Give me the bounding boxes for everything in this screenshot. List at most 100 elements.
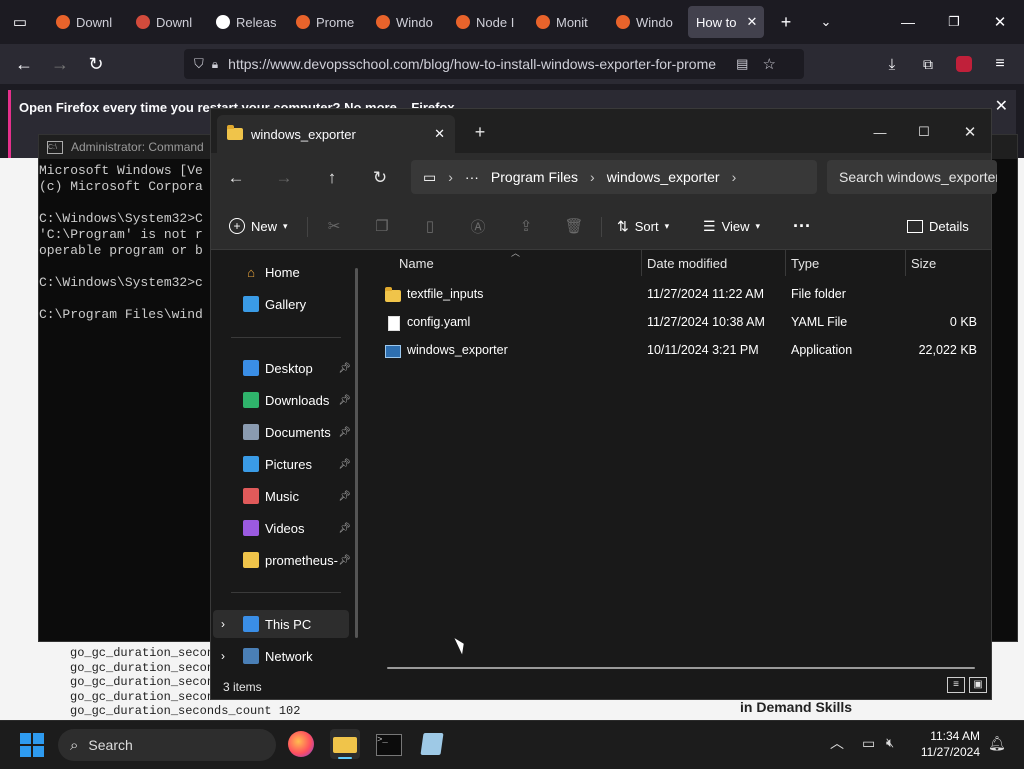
breadcrumb-sep-icon[interactable]: › [726, 169, 743, 185]
taskbar-search[interactable]: ⌕ Search [58, 729, 276, 761]
paste-icon[interactable]: ▯ [419, 215, 441, 237]
overflow-icon[interactable]: ··· [459, 169, 485, 185]
nav-item-gallery[interactable]: Gallery [211, 290, 351, 318]
new-tab-icon[interactable]: + [772, 8, 800, 36]
back-icon[interactable]: ← [10, 50, 38, 78]
downloads-icon[interactable]: ⤓ [878, 50, 906, 78]
breadcrumb-sep-icon[interactable]: › [584, 169, 601, 185]
breadcrumb[interactable]: ▭ › ··· Program Files › windows_exporter… [411, 160, 817, 194]
tab[interactable]: Downl [128, 6, 204, 38]
pin-icon[interactable]: 📌︎ [338, 459, 351, 470]
file-row[interactable]: windows_exporter 10/11/2024 3:21 PM Applic… [385, 336, 981, 364]
firefox-icon[interactable] [288, 731, 314, 757]
column-header-date[interactable]: Date modified [647, 256, 727, 271]
show-hidden-icons-icon[interactable]: ︿ [830, 733, 844, 753]
back-icon[interactable]: ← [223, 165, 249, 191]
forward-icon[interactable]: → [46, 50, 74, 78]
close-window-icon[interactable]: ✕ [957, 119, 983, 145]
tab[interactable]: Node I [448, 6, 524, 38]
notification-bell-icon[interactable]: 🔔︎ [988, 735, 1006, 752]
nav-item-music[interactable]: Music 📌︎ [211, 482, 351, 510]
list-all-tabs-icon[interactable]: ⌄ [812, 8, 840, 36]
pin-icon[interactable]: 📌︎ [338, 555, 351, 566]
close-window-icon[interactable]: ✕ [986, 8, 1014, 36]
close-tab-icon[interactable]: ✕ [746, 14, 757, 30]
start-button[interactable] [20, 733, 44, 757]
column-separator[interactable] [905, 250, 906, 276]
chevron-right-icon[interactable]: › [221, 617, 225, 631]
tab[interactable]: Releas [208, 6, 284, 38]
chevron-right-icon[interactable]: › [221, 649, 225, 663]
pin-icon[interactable]: 📌︎ [338, 491, 351, 502]
nav-item-home[interactable]: ⌂ Home [211, 258, 351, 286]
refresh-icon[interactable]: ↻ [367, 165, 393, 191]
copy-icon[interactable]: ❐ [371, 215, 393, 237]
breadcrumb-sep-icon[interactable]: › [442, 169, 459, 185]
nav-item-downloads[interactable]: Downloads 📌︎ [211, 386, 351, 414]
horizontal-scrollbar[interactable] [387, 667, 975, 669]
pin-icon[interactable]: 📌︎ [338, 523, 351, 534]
file-explorer-window[interactable]: windows_exporter ✕ + — ☐ ✕ ← → ↑ ↻ ▭ › ·… [210, 108, 997, 700]
column-separator[interactable] [641, 250, 642, 276]
tab-active[interactable]: How to ✕ [688, 6, 764, 38]
nav-scrollbar[interactable] [355, 268, 358, 638]
extensions-icon[interactable]: ⧉ [914, 50, 942, 78]
restore-icon[interactable]: ❐ [940, 8, 968, 36]
computer-icon[interactable]: ▭ [411, 169, 442, 186]
clock-time[interactable]: 11:34 AM [928, 729, 980, 743]
details-view-icon[interactable]: ≡ [947, 677, 965, 693]
view-button[interactable]: ☰ View ▾ [703, 213, 760, 239]
column-header-size[interactable]: Size [911, 256, 936, 271]
new-tab-icon[interactable]: + [467, 119, 493, 145]
breadcrumb-item[interactable]: Program Files [485, 169, 584, 185]
terminal-icon[interactable]: >_ [376, 734, 402, 756]
tab[interactable]: Downl [48, 6, 124, 38]
forward-icon[interactable]: → [271, 165, 297, 191]
shield-icon[interactable]: ⛉ [194, 56, 204, 72]
reader-view-icon[interactable]: ▤ [736, 56, 748, 72]
tab[interactable]: Prome [288, 6, 364, 38]
rename-icon[interactable]: Ⓐ [467, 215, 489, 237]
column-header-type[interactable]: Type [791, 256, 819, 271]
nav-item-this-pc[interactable]: › This PC [213, 610, 349, 638]
tiles-view-icon[interactable]: ▣ [969, 677, 987, 693]
details-button[interactable]: Details [907, 213, 969, 239]
url-text[interactable]: https://www.devopsschool.com/blog/how-to… [228, 56, 728, 72]
tab[interactable]: Windo [368, 6, 444, 38]
file-explorer-taskbar-icon[interactable] [330, 729, 360, 759]
delete-icon[interactable]: 🗑︎ [563, 215, 585, 237]
nav-item-network[interactable]: › Network [211, 642, 351, 670]
share-icon[interactable]: ⇪ [515, 215, 537, 237]
pin-icon[interactable]: 📌︎ [338, 395, 351, 406]
nav-item-videos[interactable]: Videos 📌︎ [211, 514, 351, 542]
lock-icon[interactable]: 🔒︎ [212, 57, 218, 72]
new-button[interactable]: + New ▾ [229, 213, 288, 239]
tab-manager-icon[interactable]: ▭ [6, 8, 34, 36]
nav-item-documents[interactable]: Documents 📌︎ [211, 418, 351, 446]
network-status-icon[interactable]: ▭ [862, 735, 875, 752]
pin-icon[interactable]: 📌︎ [338, 363, 351, 374]
notepad-icon[interactable] [420, 733, 444, 755]
breadcrumb-item[interactable]: windows_exporter [601, 169, 726, 185]
column-header-name[interactable]: Name [399, 256, 434, 271]
pin-icon[interactable]: 📌︎ [338, 427, 351, 438]
nav-item-pictures[interactable]: Pictures 📌︎ [211, 450, 351, 478]
minimize-icon[interactable]: — [867, 119, 893, 145]
file-row[interactable]: config.yaml 11/27/2024 10:38 AM YAML File 0… [385, 308, 981, 336]
explorer-titlebar[interactable]: windows_exporter ✕ + — ☐ ✕ [211, 109, 991, 153]
tab[interactable]: Monit [528, 6, 604, 38]
minimize-icon[interactable]: — [894, 8, 922, 36]
close-tab-icon[interactable]: ✕ [434, 126, 445, 142]
column-separator[interactable] [785, 250, 786, 276]
search-input[interactable]: Search windows_exporter [827, 160, 997, 194]
explorer-tab[interactable]: windows_exporter ✕ [217, 115, 455, 153]
nav-item-desktop[interactable]: Desktop 📌︎ [211, 354, 351, 382]
ublock-icon[interactable] [950, 50, 978, 78]
tab[interactable]: Windo [608, 6, 684, 38]
menu-icon[interactable]: ≡ [986, 50, 1014, 78]
sort-button[interactable]: ⇅ Sort ▾ [617, 213, 669, 239]
reload-icon[interactable]: ↻ [82, 50, 110, 78]
cut-icon[interactable]: ✂ [323, 215, 345, 237]
file-row[interactable]: textfile_inputs 11/27/2024 11:22 AM File f… [385, 280, 981, 308]
nav-item-prometheus[interactable]: prometheus- 📌︎ [211, 546, 351, 574]
